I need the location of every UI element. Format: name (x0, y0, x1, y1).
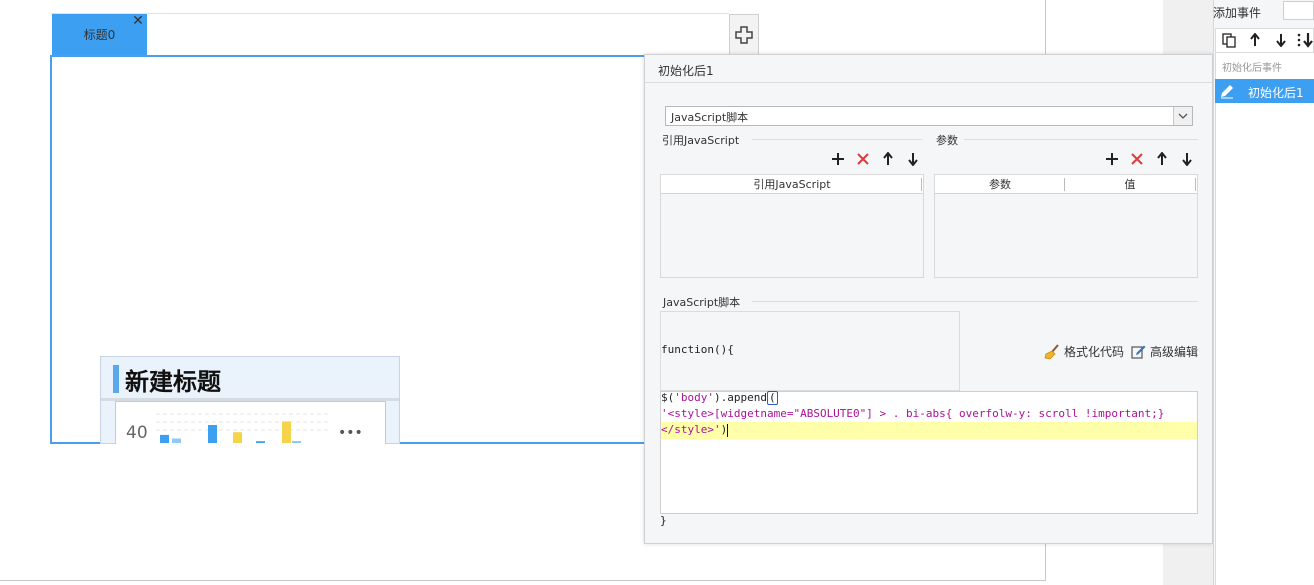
code-line-2: '<style>[widgetname="ABSOLUTE0"] > . bi-… (661, 407, 1165, 420)
move-up-event-button[interactable] (1246, 31, 1264, 49)
chart-bar (160, 434, 169, 443)
arrow-up-icon (883, 152, 893, 165)
edit-icon (1131, 345, 1146, 359)
code-line-3: </style>') (661, 422, 729, 438)
code-token: $( (661, 391, 675, 404)
format-code-label: 格式化代码 (1064, 345, 1125, 359)
current-line-highlight (661, 422, 1197, 439)
widget-title: 新建标题 (125, 368, 221, 396)
column-header: 参数 (989, 178, 1011, 191)
code-token: ) (720, 423, 728, 436)
chevron-down-icon (1178, 113, 1188, 119)
delete-x-icon (857, 153, 869, 165)
move-up-ref-button[interactable] (879, 150, 897, 168)
move-down-ref-button[interactable] (904, 150, 922, 168)
add-event-label: 添加事件 (1213, 6, 1262, 20)
move-down-param-button[interactable] (1178, 150, 1196, 168)
delete-x-icon (1131, 153, 1143, 165)
chart-bar (256, 441, 265, 443)
event-group-label: 初始化后事件 (1222, 63, 1282, 74)
broom-icon (1044, 343, 1059, 359)
section-divider (964, 139, 1198, 140)
column-divider (1064, 178, 1065, 191)
code-token: </style>' (661, 423, 721, 436)
event-edit-button[interactable] (1216, 80, 1238, 102)
delete-param-button[interactable] (1128, 150, 1146, 168)
panel-header (645, 55, 1212, 83)
title-accent-bar (113, 365, 119, 393)
section-divider (752, 301, 1198, 302)
table-header: 参数 值 (935, 175, 1197, 194)
pencil-icon (1221, 85, 1233, 99)
params-section-label: 参数 (936, 134, 958, 147)
plus-icon (1106, 153, 1118, 165)
chart-bar (233, 432, 242, 443)
move-bottom-event-button[interactable] (1296, 31, 1314, 49)
advanced-edit-label: 高级编辑 (1150, 345, 1199, 359)
panel-title: 初始化后1 (658, 64, 714, 78)
arrow-down-icon (1276, 34, 1286, 47)
add-param-button[interactable] (1103, 150, 1121, 168)
ref-js-section-label: 引用JavaScript (662, 134, 740, 147)
section-divider (752, 139, 922, 140)
delete-ref-button[interactable] (854, 150, 872, 168)
code-token: 'body' (674, 391, 714, 404)
chart-axis-tick-label: 40 (126, 423, 148, 443)
add-event-select[interactable] (1283, 1, 1314, 20)
format-code-button[interactable]: 格式化代码 (1044, 343, 1124, 360)
code-token: ).append (714, 391, 767, 404)
copy-icon (1221, 32, 1236, 48)
params-table[interactable]: 参数 值 (934, 174, 1198, 278)
code-function-footer: } (660, 514, 667, 527)
code-line-1: $('body').append( (661, 390, 778, 406)
column-header: 值 (1124, 178, 1136, 191)
chart-bar (292, 441, 301, 443)
arrow-down-icon (908, 153, 918, 166)
arrow-up-icon (1250, 33, 1260, 46)
more-icon: ••• (338, 425, 363, 441)
move-up-param-button[interactable] (1153, 150, 1171, 168)
script-section-label: JavaScript脚本 (663, 296, 741, 309)
arrow-bottom-icon (1297, 33, 1313, 48)
text-caret (727, 423, 729, 437)
matched-bracket: ( (766, 391, 778, 405)
ref-js-table[interactable]: 引用JavaScript (660, 174, 924, 278)
plus-icon (832, 153, 844, 165)
tab-label: 标题0 (83, 28, 116, 42)
close-icon[interactable]: ✕ (131, 14, 145, 28)
add-tab-button[interactable] (729, 14, 759, 56)
chart-bar (208, 425, 217, 443)
add-ref-button[interactable] (829, 150, 847, 168)
chart-gridlines (156, 413, 331, 431)
chart-thumbnail-svg: 40 ••• (126, 413, 363, 443)
event-item-label: 初始化后1 (1248, 86, 1304, 100)
chart-bar (282, 421, 291, 443)
advanced-edit-button[interactable]: 高级编辑 (1131, 343, 1198, 360)
arrow-down-icon (1182, 153, 1192, 166)
dropdown-arrow[interactable] (1173, 107, 1192, 125)
move-down-event-button[interactable] (1272, 31, 1290, 49)
column-header: 引用JavaScript (753, 178, 831, 191)
tab-bar (51, 13, 729, 55)
chart-bar (172, 438, 181, 443)
arrow-up-icon (1157, 152, 1167, 165)
column-divider (1195, 178, 1196, 191)
chart-bars (160, 421, 301, 443)
table-header: 引用JavaScript (661, 175, 923, 194)
column-divider (921, 178, 922, 191)
plus-outline-icon (735, 26, 753, 44)
script-type-value: JavaScript脚本 (671, 111, 749, 124)
code-function-header: function(){ (661, 343, 734, 356)
event-list (1215, 53, 1314, 585)
copy-event-button[interactable] (1220, 31, 1238, 49)
